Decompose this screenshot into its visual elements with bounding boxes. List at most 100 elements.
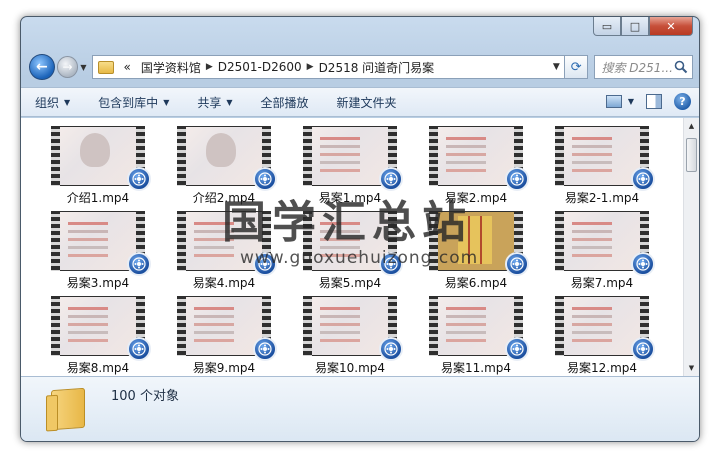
new-folder-label: 新建文件夹 [336, 95, 397, 110]
preview-pane-icon[interactable] [646, 94, 662, 109]
breadcrumb-item[interactable]: D2501-D2600 [218, 60, 302, 74]
details-pane: 100 个对象 [21, 376, 699, 441]
item-count: 100 个对象 [111, 389, 179, 404]
film-strip [555, 126, 564, 186]
file-name: 易案11.mp4 [440, 361, 512, 375]
chevron-down-icon: ▼ [163, 97, 170, 107]
media-player-icon [505, 167, 529, 191]
watermark-url: www.guoxuehuizong.com [240, 248, 479, 268]
back-button[interactable]: ← [29, 54, 55, 80]
folder-icon [51, 387, 85, 431]
video-thumbnail [429, 296, 529, 361]
file-item[interactable]: 易案7.mp4 [539, 211, 665, 296]
file-item[interactable]: 易案12.mp4 [539, 296, 665, 376]
file-item[interactable]: 介绍1.mp4 [35, 126, 161, 211]
video-thumbnail [303, 296, 403, 361]
scrollbar-thumb[interactable] [686, 138, 697, 172]
video-thumbnail [555, 126, 655, 191]
film-strip [555, 296, 564, 356]
media-player-icon [505, 252, 529, 276]
search-placeholder: 搜索 D251... [601, 60, 673, 75]
breadcrumb-separator-icon[interactable]: ▶ [206, 62, 213, 72]
scroll-up-icon[interactable]: ▲ [684, 118, 699, 134]
media-player-icon [127, 167, 151, 191]
chevron-down-icon: ▼ [627, 97, 634, 106]
video-thumbnail [555, 211, 655, 276]
recent-pages-dropdown[interactable]: ▼ [80, 63, 86, 72]
file-item[interactable]: 易案11.mp4 [413, 296, 539, 376]
close-icon: ✕ [666, 19, 676, 33]
address-dropdown-icon[interactable]: ▼ [553, 62, 560, 72]
thumbnail-frame [564, 297, 640, 355]
thumbnail-frame [186, 127, 262, 185]
folder-icon [98, 60, 115, 74]
film-strip [51, 296, 60, 356]
video-thumbnail [429, 126, 529, 191]
breadcrumb-item[interactable]: D2518 问道奇门易案 [319, 59, 435, 76]
thumbnail-frame [186, 297, 262, 355]
help-icon[interactable]: ? [674, 93, 691, 110]
include-library-label: 包含到库中 [98, 95, 159, 110]
film-strip [429, 126, 438, 186]
file-item[interactable]: 易案3.mp4 [35, 211, 161, 296]
thumbnail-frame [438, 297, 514, 355]
include-in-library-menu[interactable]: 包含到库中 ▼ [84, 94, 183, 111]
forward-button[interactable]: → [56, 56, 79, 78]
media-player-icon [379, 337, 403, 361]
organize-menu[interactable]: 组织 ▼ [21, 94, 84, 111]
scroll-down-icon[interactable]: ▼ [684, 360, 699, 376]
media-player-icon [127, 337, 151, 361]
breadcrumb-item[interactable]: 国学资料馆 [141, 59, 201, 76]
file-item[interactable]: 易案9.mp4 [161, 296, 287, 376]
breadcrumb-overflow[interactable]: « [123, 60, 130, 74]
share-menu[interactable]: 共享 ▼ [183, 94, 246, 111]
file-item[interactable]: 易案8.mp4 [35, 296, 161, 376]
file-name: 易案6.mp4 [444, 276, 508, 290]
file-item[interactable]: 易案10.mp4 [287, 296, 413, 376]
search-input[interactable]: 搜索 D251... [594, 55, 694, 79]
command-bar: 组织 ▼ 包含到库中 ▼ 共享 ▼ 全部播放 新建文件夹 ▼ ? [21, 87, 699, 117]
file-item[interactable]: 易案2-1.mp4 [539, 126, 665, 211]
file-name: 易案5.mp4 [318, 276, 382, 290]
thumbnail-frame [438, 127, 514, 185]
video-thumbnail [555, 296, 655, 361]
file-name: 易案8.mp4 [66, 361, 130, 375]
close-button[interactable]: ✕ [649, 17, 693, 36]
change-view-button[interactable]: ▼ [605, 95, 634, 108]
arrow-left-icon: ← [35, 59, 48, 75]
share-label: 共享 [197, 95, 222, 110]
minimize-icon: ▭ [601, 19, 613, 33]
film-strip [51, 126, 60, 186]
minimize-button[interactable]: ▭ [593, 17, 621, 36]
film-strip [177, 126, 186, 186]
search-icon[interactable] [674, 60, 688, 74]
new-folder-button[interactable]: 新建文件夹 [323, 94, 411, 111]
refresh-button[interactable]: ⟳ [564, 55, 589, 79]
vertical-scrollbar[interactable]: ▲ ▼ [683, 118, 699, 376]
film-strip [177, 296, 186, 356]
maximize-icon: □ [629, 19, 641, 33]
play-all-label: 全部播放 [260, 95, 309, 110]
navigation-bar: ← → ▼ « 国学资料馆 ▶ D2501-D2600 ▶ D2518 问道奇门… [29, 53, 694, 81]
thumbnail-frame [60, 212, 136, 270]
video-thumbnail [51, 296, 151, 361]
refresh-icon: ⟳ [570, 59, 582, 75]
video-thumbnail [303, 126, 403, 191]
file-name: 介绍1.mp4 [66, 191, 130, 205]
view-icon [605, 95, 622, 108]
maximize-button[interactable]: □ [621, 17, 649, 36]
thumbnail-frame [312, 127, 388, 185]
film-strip [51, 211, 60, 271]
film-strip [177, 211, 186, 271]
caption-buttons: ▭ □ ✕ [593, 17, 693, 36]
file-name: 易案2-1.mp4 [564, 191, 640, 205]
file-name: 易案12.mp4 [566, 361, 638, 375]
media-player-icon [253, 337, 277, 361]
file-name: 易案9.mp4 [192, 361, 256, 375]
address-bar[interactable]: « 国学资料馆 ▶ D2501-D2600 ▶ D2518 问道奇门易案 ▼ [92, 55, 565, 79]
thumbnail-frame [312, 297, 388, 355]
thumbnail-frame [60, 127, 136, 185]
media-player-icon [631, 252, 655, 276]
play-all-button[interactable]: 全部播放 [247, 94, 323, 111]
breadcrumb-separator-icon[interactable]: ▶ [307, 62, 314, 72]
